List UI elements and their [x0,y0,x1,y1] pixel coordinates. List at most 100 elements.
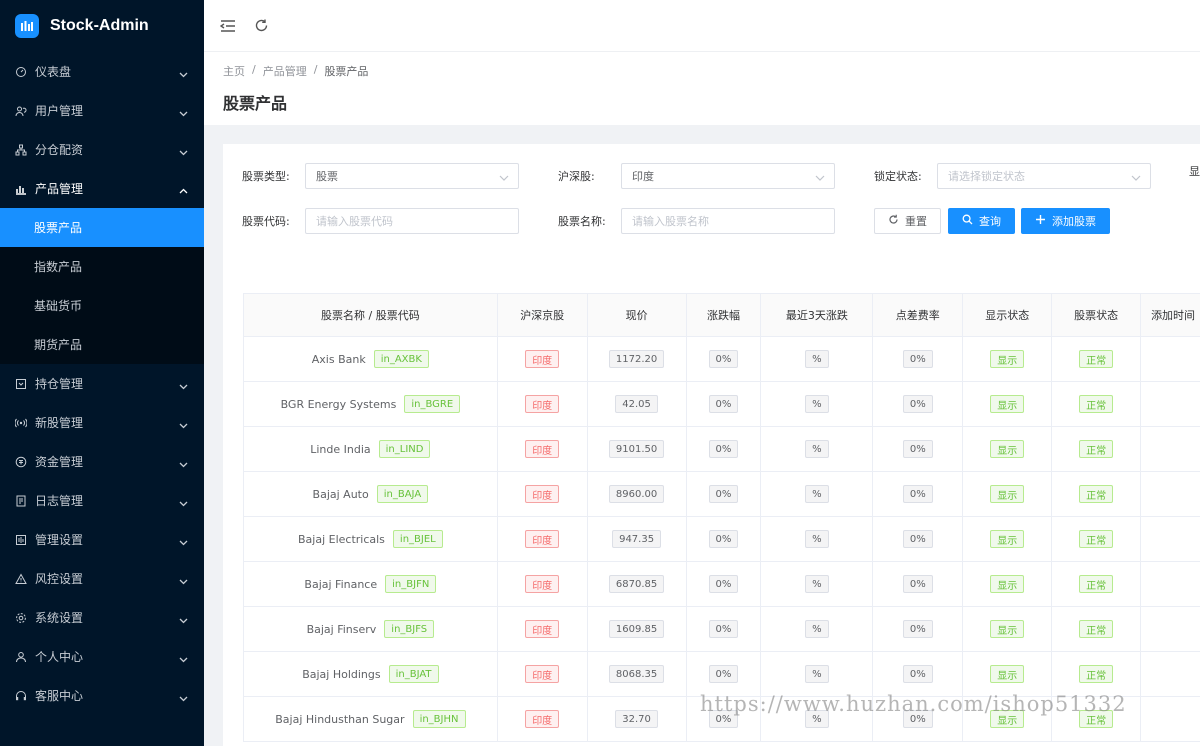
price-tag: 6870.85 [608,575,665,593]
change-tag: 0% [708,575,739,593]
table-row[interactable]: Bajaj Holdings in_BJAT 印度 8068.35 0%% 0% 显示 正常 [244,652,1200,697]
watermark: https://www.huzhan.com/ishop51332 [700,692,1127,716]
price-tag: 8068.35 [608,665,665,683]
table-row[interactable]: Bajaj Electricals in_BJEL 印度 947.35 0%% 0% 显示 正… [244,517,1200,562]
table-row[interactable]: Bajaj Finance in_BJFN 印度 6870.85 0%% 0% 显示 正常 [244,562,1200,607]
settings-panel-icon [15,534,27,546]
sidebar-subitem-0[interactable]: 股票产品 [0,208,204,247]
market-tag: 印度 [525,665,560,683]
show-status-tag: 显示 [990,620,1025,638]
sidebar-item-label: 仪表盘 [35,65,72,79]
breadcrumb-home[interactable]: 主页 [223,63,245,79]
table-row[interactable]: Bajaj Auto in_BAJA 印度 8960.00 0%% 0% 显示 正常 [244,472,1200,517]
search-button[interactable]: 查询 [948,208,1015,234]
collapse-menu-icon[interactable] [220,19,236,33]
sidebar-item-4[interactable]: 持仓管理 [0,364,204,403]
cell-name-code: Bajaj Holdings in_BJAT [244,652,498,696]
stock-type-select[interactable]: 股票 [305,163,519,189]
cell-name-code: Linde India in_LIND [244,427,498,471]
breadcrumb-product-management[interactable]: 产品管理 [263,63,307,79]
cell-market: 印度 [498,652,588,696]
refresh-icon[interactable] [254,18,269,33]
market-select[interactable]: 印度 [621,163,835,189]
price-tag: 1172.20 [608,350,665,368]
sidebar-item-label: 用户管理 [35,104,84,118]
log-icon [15,495,27,507]
stock-code-tag: in_BJHN [412,710,466,728]
page-header: 主页 / 产品管理 / 股票产品 股票产品 [204,52,1200,125]
lock-status-select[interactable]: 请选择锁定状态 [937,163,1151,189]
sidebar-item-12[interactable]: 客服中心 [0,676,204,715]
signal-icon [15,417,27,429]
cell-market: 印度 [498,562,588,606]
sidebar-item-label: 系统设置 [35,611,84,625]
spread-tag: 0% [902,485,933,503]
stock-name: Axis Bank [311,352,366,366]
sidebar-item-2[interactable]: 分仓配资 [0,130,204,169]
stock-status-tag: 正常 [1079,575,1114,593]
sidebar-menu: 仪表盘用户管理分仓配资 产品管理 股票产品 指数产品 基础货币 期货产品 持仓管理 新股管理资… [0,52,204,715]
market-label: 沪深股: [558,170,595,183]
three-day-tag: % [805,395,829,413]
chevron-down-icon [179,691,188,705]
stock-name: Bajaj Finance [304,577,378,591]
market-tag: 印度 [525,710,560,728]
sidebar-item-1[interactable]: 用户管理 [0,91,204,130]
sidebar-subitem-3[interactable]: 期货产品 [0,325,204,364]
show-status-tag: 显示 [990,575,1025,593]
three-day-tag: % [805,665,829,683]
breadcrumb: 主页 / 产品管理 / 股票产品 [223,63,1200,79]
table-row[interactable]: Bajaj Finserv in_BJFS 印度 1609.85 0%% 0% 显示 正常 [244,607,1200,652]
sidebar-item-7[interactable]: 日志管理 [0,481,204,520]
cell-show-status: 显示 [963,337,1053,381]
sidebar-item-11[interactable]: 个人中心 [0,637,204,676]
sidebar-item-3[interactable]: 产品管理 [0,169,204,208]
cell-show-status: 显示 [963,382,1053,426]
sidebar-item-label: 客服中心 [35,689,84,703]
stock-code-tag: in_BJFS [384,620,435,638]
three-day-tag: % [805,440,829,458]
sidebar-item-0[interactable]: 仪表盘 [0,52,204,91]
change-tag: 0% [708,620,739,638]
cell-stock-status: 正常 [1052,427,1142,471]
cell-market: 印度 [498,607,588,651]
app-title: Stock-Admin [50,17,149,34]
show-status-tag: 显示 [990,530,1025,548]
spread-tag: 0% [902,395,933,413]
cell-price: 1609.85 [588,607,687,651]
spread-tag: 0% [902,440,933,458]
reset-label: 重置 [905,215,927,228]
stock-status-tag: 正常 [1079,350,1114,368]
table-row[interactable]: Axis Bank in_AXBK 印度 1172.20 0%% 0% 显示 正常 [244,337,1200,382]
sidebar-item-8[interactable]: 管理设置 [0,520,204,559]
sidebar-item-10[interactable]: 系统设置 [0,598,204,637]
stock-status-tag: 正常 [1079,665,1114,683]
cell-price: 42.05 [588,382,687,426]
header-change: 涨跌幅 [687,294,762,336]
header-show-status: 显示状态 [963,294,1053,336]
table-row[interactable]: BGR Energy Systems in_BGRE 印度 42.05 0%% 0% 显示 正… [244,382,1200,427]
cell-three-day: % [761,472,874,516]
sidebar-subitem-1[interactable]: 指数产品 [0,247,204,286]
cell-change: 0% [687,427,762,471]
stock-name: Bajaj Finserv [306,622,377,636]
stock-name-input[interactable]: 请输入股票名称 [621,208,835,234]
sidebar-item-6[interactable]: 资金管理 [0,442,204,481]
cell-name-code: Bajaj Auto in_BAJA [244,472,498,516]
sidebar-item-9[interactable]: 风控设置 [0,559,204,598]
reset-button[interactable]: 重置 [874,208,941,234]
stock-code-placeholder: 请输入股票代码 [316,215,393,228]
stock-code-input[interactable]: 请输入股票代码 [305,208,519,234]
cell-name-code: Bajaj Electricals in_BJEL [244,517,498,561]
sidebar-item-5[interactable]: 新股管理 [0,403,204,442]
table-row[interactable]: Linde India in_LIND 印度 9101.50 0%% 0% 显示 正常 [244,427,1200,472]
cell-name-code: Bajaj Finance in_BJFN [244,562,498,606]
main-area: 主页 / 产品管理 / 股票产品 股票产品 股票类型: 股票 沪深股: 印度 锁… [204,0,1200,746]
logo[interactable]: Stock-Admin [0,0,204,52]
add-stock-button[interactable]: 添加股票 [1021,208,1110,234]
sidebar-subitem-2[interactable]: 基础货币 [0,286,204,325]
price-tag: 947.35 [612,530,662,548]
chevron-down-icon [179,574,188,588]
market-tag: 印度 [525,575,560,593]
cell-three-day: % [761,382,874,426]
